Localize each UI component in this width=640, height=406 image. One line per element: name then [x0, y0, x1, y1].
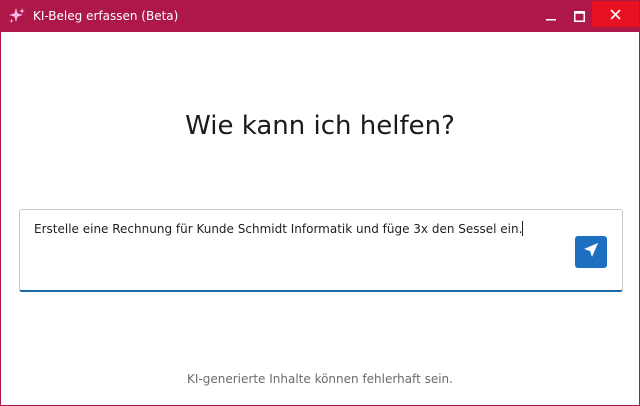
prompt-value: Erstelle eine Rechnung für Kunde Schmidt… [34, 222, 523, 236]
maximize-icon [573, 7, 585, 26]
send-button[interactable] [575, 236, 607, 268]
prompt-text[interactable]: Erstelle eine Rechnung für Kunde Schmidt… [34, 221, 574, 237]
window-title: KI-Beleg erfassen (Beta) [33, 9, 179, 23]
text-caret [522, 221, 524, 236]
maximize-button[interactable] [562, 1, 596, 32]
page-title: Wie kann ich helfen? [185, 111, 455, 141]
ai-disclaimer: KI-generierte Inhalte können fehlerhaft … [187, 372, 453, 386]
app-window: KI-Beleg erfassen (Beta) Wie kann ich he… [0, 0, 640, 406]
close-button[interactable] [592, 1, 639, 27]
send-icon [582, 241, 600, 263]
sparkle-icon [8, 7, 26, 25]
minimize-icon [546, 7, 556, 26]
close-icon [610, 5, 621, 24]
title-bar[interactable]: KI-Beleg erfassen (Beta) [1, 1, 639, 32]
prompt-input[interactable]: Erstelle eine Rechnung für Kunde Schmidt… [19, 209, 623, 292]
